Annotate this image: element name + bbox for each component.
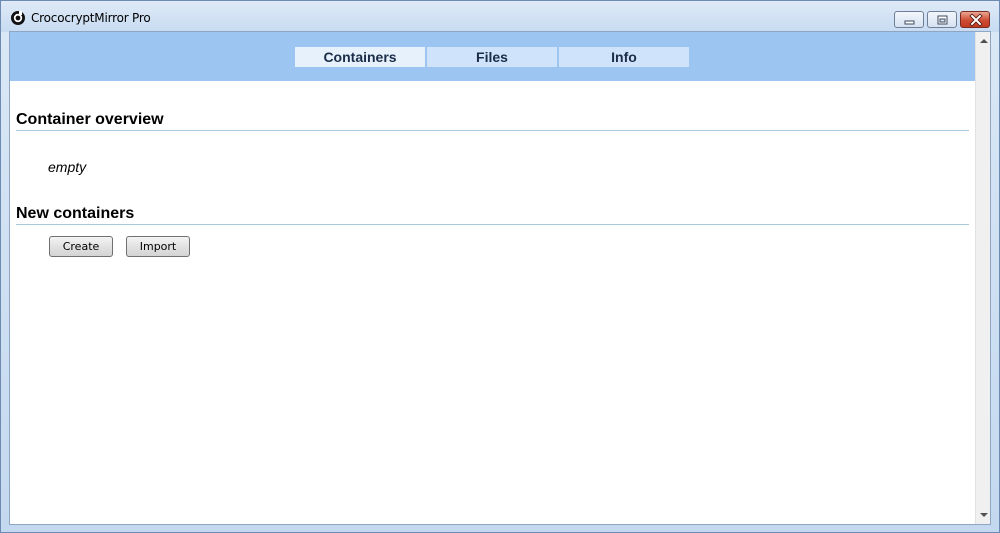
app-window: CrococryptMirror Pro Containers Files In…: [0, 0, 1000, 533]
new-containers-heading: New containers: [16, 205, 135, 222]
client-area: Containers Files Info Container overview…: [9, 31, 991, 525]
scroll-down-icon[interactable]: [980, 512, 988, 518]
main-content: Containers Files Info Container overview…: [10, 32, 975, 524]
title-bar[interactable]: CrococryptMirror Pro: [1, 1, 999, 32]
vertical-scrollbar[interactable]: [975, 32, 990, 524]
window-title: CrococryptMirror Pro: [31, 11, 151, 25]
scroll-up-icon[interactable]: [980, 38, 988, 44]
import-button[interactable]: Import: [126, 236, 190, 257]
crococrypt-logo-icon: [10, 10, 26, 26]
empty-state-text: empty: [48, 159, 87, 175]
container-overview-heading: Container overview: [16, 111, 164, 128]
close-icon: [969, 13, 983, 27]
maximize-button[interactable]: [927, 11, 957, 28]
minimize-button[interactable]: [894, 11, 924, 28]
close-button[interactable]: [960, 11, 990, 28]
tab-containers[interactable]: Containers: [295, 47, 425, 67]
container-overview-divider: [16, 130, 969, 131]
minimize-icon: [904, 20, 915, 25]
new-containers-divider: [16, 224, 969, 225]
tab-info[interactable]: Info: [559, 47, 689, 67]
maximize-icon: [937, 15, 948, 25]
tab-files[interactable]: Files: [427, 47, 557, 67]
create-button[interactable]: Create: [49, 236, 113, 257]
navigation-bar: Containers Files Info: [10, 32, 975, 81]
